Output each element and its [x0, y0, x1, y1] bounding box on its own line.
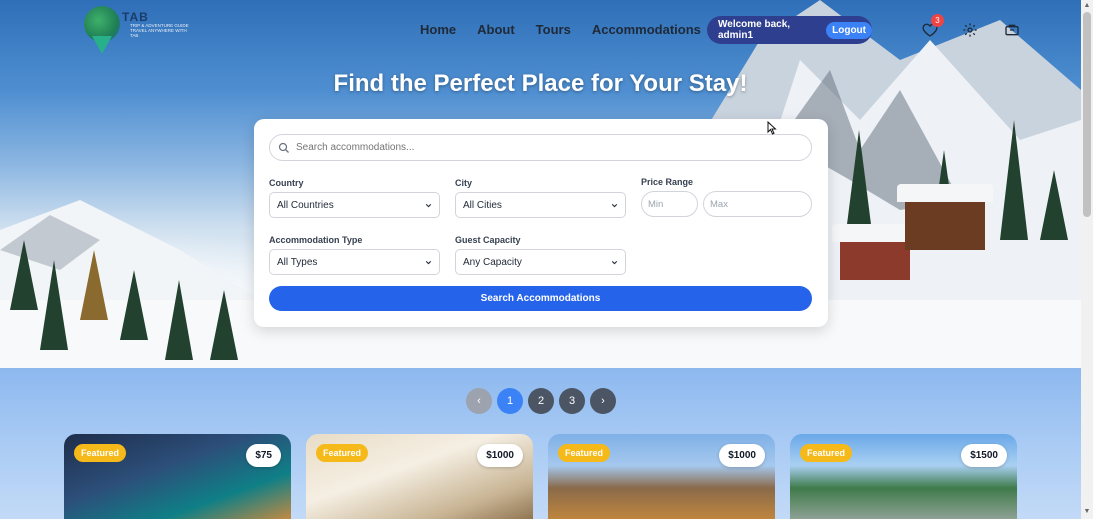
- scroll-down-icon[interactable]: ▼: [1083, 508, 1091, 516]
- price-tag: $1000: [477, 444, 523, 467]
- search-field[interactable]: [269, 134, 812, 161]
- search-accommodations-button[interactable]: Search Accommodations: [269, 286, 812, 311]
- price-range-label: Price Range: [641, 177, 694, 187]
- wishlist-button[interactable]: 3: [920, 14, 944, 40]
- price-max-input[interactable]: Max: [703, 191, 812, 217]
- city-select[interactable]: All Cities: [455, 192, 626, 218]
- chalet: [897, 184, 993, 250]
- search-input[interactable]: [296, 142, 776, 153]
- brand-logo[interactable]: TAB TRIP & ADVENTURE GUIDE TRAVEL ANYWHE…: [84, 6, 194, 58]
- featured-badge: Featured: [316, 444, 369, 462]
- accommodation-card[interactable]: Featured $1000: [306, 434, 533, 519]
- welcome-text: Welcome back, admin1: [718, 19, 791, 41]
- chalet: [832, 224, 918, 280]
- user-welcome-pill: Welcome back, admin1 Logout: [707, 16, 872, 44]
- chevron-down-icon: [425, 203, 432, 208]
- country-select[interactable]: All Countries: [269, 192, 440, 218]
- country-select-value: All Countries: [277, 199, 334, 211]
- guest-capacity-select[interactable]: Any Capacity: [455, 249, 626, 275]
- nav-about[interactable]: About: [477, 22, 515, 37]
- tree: [1000, 120, 1028, 240]
- country-label: Country: [269, 178, 304, 188]
- featured-badge: Featured: [558, 444, 611, 462]
- pagination-page-3[interactable]: 3: [559, 388, 585, 414]
- tree: [80, 250, 108, 320]
- scroll-up-icon[interactable]: ▲: [1083, 2, 1091, 10]
- mouse-cursor-icon: [767, 121, 777, 135]
- ticket-icon: [1005, 24, 1019, 36]
- featured-badge: Featured: [800, 444, 853, 462]
- nav-home[interactable]: Home: [420, 22, 456, 37]
- capacity-select-value: Any Capacity: [463, 256, 522, 268]
- search-card: Country All Countries City All Cities Pr…: [254, 119, 828, 327]
- settings-button[interactable]: [960, 20, 980, 40]
- chevron-down-icon: [611, 203, 618, 208]
- pagination-next-button[interactable]: ›: [590, 388, 616, 414]
- price-tag: $75: [246, 444, 281, 467]
- city-label: City: [455, 178, 473, 188]
- search-icon: [278, 142, 289, 153]
- gear-icon: [963, 23, 977, 37]
- type-select-value: All Types: [277, 256, 318, 268]
- featured-badge: Featured: [74, 444, 127, 462]
- chevron-down-icon: [611, 260, 618, 265]
- pagination-prev-button[interactable]: ‹: [466, 388, 492, 414]
- tree: [10, 240, 38, 310]
- tree: [165, 280, 193, 360]
- bookings-button[interactable]: [1002, 20, 1022, 40]
- accommodation-card[interactable]: Featured $75: [64, 434, 291, 519]
- city-select-value: All Cities: [463, 199, 502, 211]
- pagination-page-2[interactable]: 2: [528, 388, 554, 414]
- guest-capacity-label: Guest Capacity: [455, 235, 521, 245]
- nav-accommodations[interactable]: Accommodations: [592, 22, 701, 37]
- accommodation-type-label: Accommodation Type: [269, 235, 363, 245]
- nav-tours[interactable]: Tours: [536, 22, 571, 37]
- tree: [120, 270, 148, 340]
- price-tag: $1000: [719, 444, 765, 467]
- logo-tagline: TRIP & ADVENTURE GUIDE TRAVEL ANYWHERE W…: [130, 23, 189, 38]
- hero-title: Find the Perfect Place for Your Stay!: [333, 70, 748, 97]
- tree: [1040, 170, 1068, 240]
- logout-button[interactable]: Logout: [826, 21, 872, 39]
- chevron-down-icon: [425, 260, 432, 265]
- tree: [210, 290, 238, 360]
- pagination: ‹ 1 2 3 ›: [466, 388, 616, 414]
- page-scrollbar[interactable]: ▲ ▼: [1081, 0, 1093, 519]
- accommodation-type-select[interactable]: All Types: [269, 249, 440, 275]
- map-pin-icon: [92, 36, 112, 54]
- price-tag: $1500: [961, 444, 1007, 467]
- accommodation-card[interactable]: Featured $1500: [790, 434, 1017, 519]
- price-min-input[interactable]: Min: [641, 191, 698, 217]
- scrollbar-thumb[interactable]: [1083, 12, 1091, 217]
- accommodation-card[interactable]: Featured $1000: [548, 434, 775, 519]
- pagination-page-1[interactable]: 1: [497, 388, 523, 414]
- main-nav: Home About Tours Accommodations: [420, 22, 701, 37]
- tree: [40, 260, 68, 350]
- logo-text: TAB: [122, 10, 149, 24]
- wishlist-count-badge: 3: [931, 14, 944, 27]
